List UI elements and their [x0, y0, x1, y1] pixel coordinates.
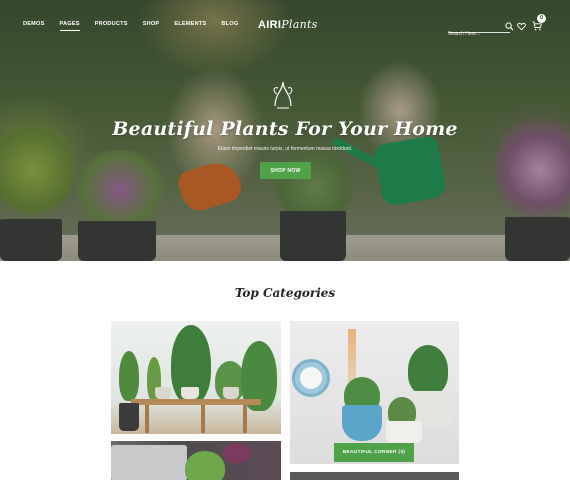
card-shelf-leg [243, 405, 247, 433]
plant-emblem-icon [273, 81, 293, 109]
card-pot [181, 387, 199, 399]
heart-icon[interactable] [517, 22, 526, 31]
category-card-beautiful-corner[interactable]: BEAUTIFUL CORNER (3) [290, 321, 459, 464]
nav-item-shop[interactable]: SHOP [143, 21, 160, 27]
card-shelf-leg [201, 405, 205, 433]
hero-subtitle: Etiam imperdiet mauris turpis, ut fermen… [217, 146, 353, 152]
card-shelf-leg [145, 405, 149, 433]
logo-text-plants: Plants [281, 18, 318, 31]
card-pot [155, 387, 171, 399]
search-box [448, 22, 514, 39]
category-label-beautiful-corner[interactable]: BEAUTIFUL CORNER (3) [334, 443, 414, 462]
search-input[interactable] [448, 29, 500, 39]
shop-now-button[interactable]: SHOP NOW [260, 162, 311, 179]
clock-face [300, 367, 322, 389]
top-navigation: DEMOS PAGES PRODUCTS SHOP ELEMENTS BLOG … [0, 0, 570, 52]
nav-item-demos[interactable]: DEMOS [23, 21, 45, 27]
hero-title: Beautiful Plants For Your Home [112, 118, 458, 140]
card-pot [119, 403, 139, 431]
card-plant [223, 443, 251, 463]
logo-text-airi: AIRI [258, 19, 282, 31]
card-pot [386, 421, 422, 443]
nav-item-products[interactable]: PRODUCTS [95, 21, 128, 27]
card-pot [223, 387, 239, 399]
card-plant [408, 345, 448, 395]
card-alarm-clock [292, 359, 330, 397]
nav-item-blog[interactable]: BLOG [221, 21, 238, 27]
nav-item-elements[interactable]: ELEMENTS [174, 21, 206, 27]
card-shelf [131, 399, 261, 405]
search-icon[interactable] [505, 22, 514, 31]
category-card-desk-plants[interactable] [111, 441, 281, 480]
card-laptop [111, 445, 187, 480]
card-plant [119, 351, 139, 401]
cart-count-badge: 0 [537, 14, 546, 23]
section-title-top-categories: Top Categories [234, 286, 336, 300]
card-plant [185, 451, 225, 480]
category-card-shelf-plants[interactable] [111, 321, 281, 434]
nav-item-pages[interactable]: PAGES [59, 21, 80, 31]
card-pot [342, 405, 382, 441]
main-menu: DEMOS PAGES PRODUCTS SHOP ELEMENTS BLOG [23, 21, 253, 31]
category-card-bottom-right[interactable] [290, 472, 459, 480]
site-logo[interactable]: AIRIPlants [258, 18, 318, 31]
